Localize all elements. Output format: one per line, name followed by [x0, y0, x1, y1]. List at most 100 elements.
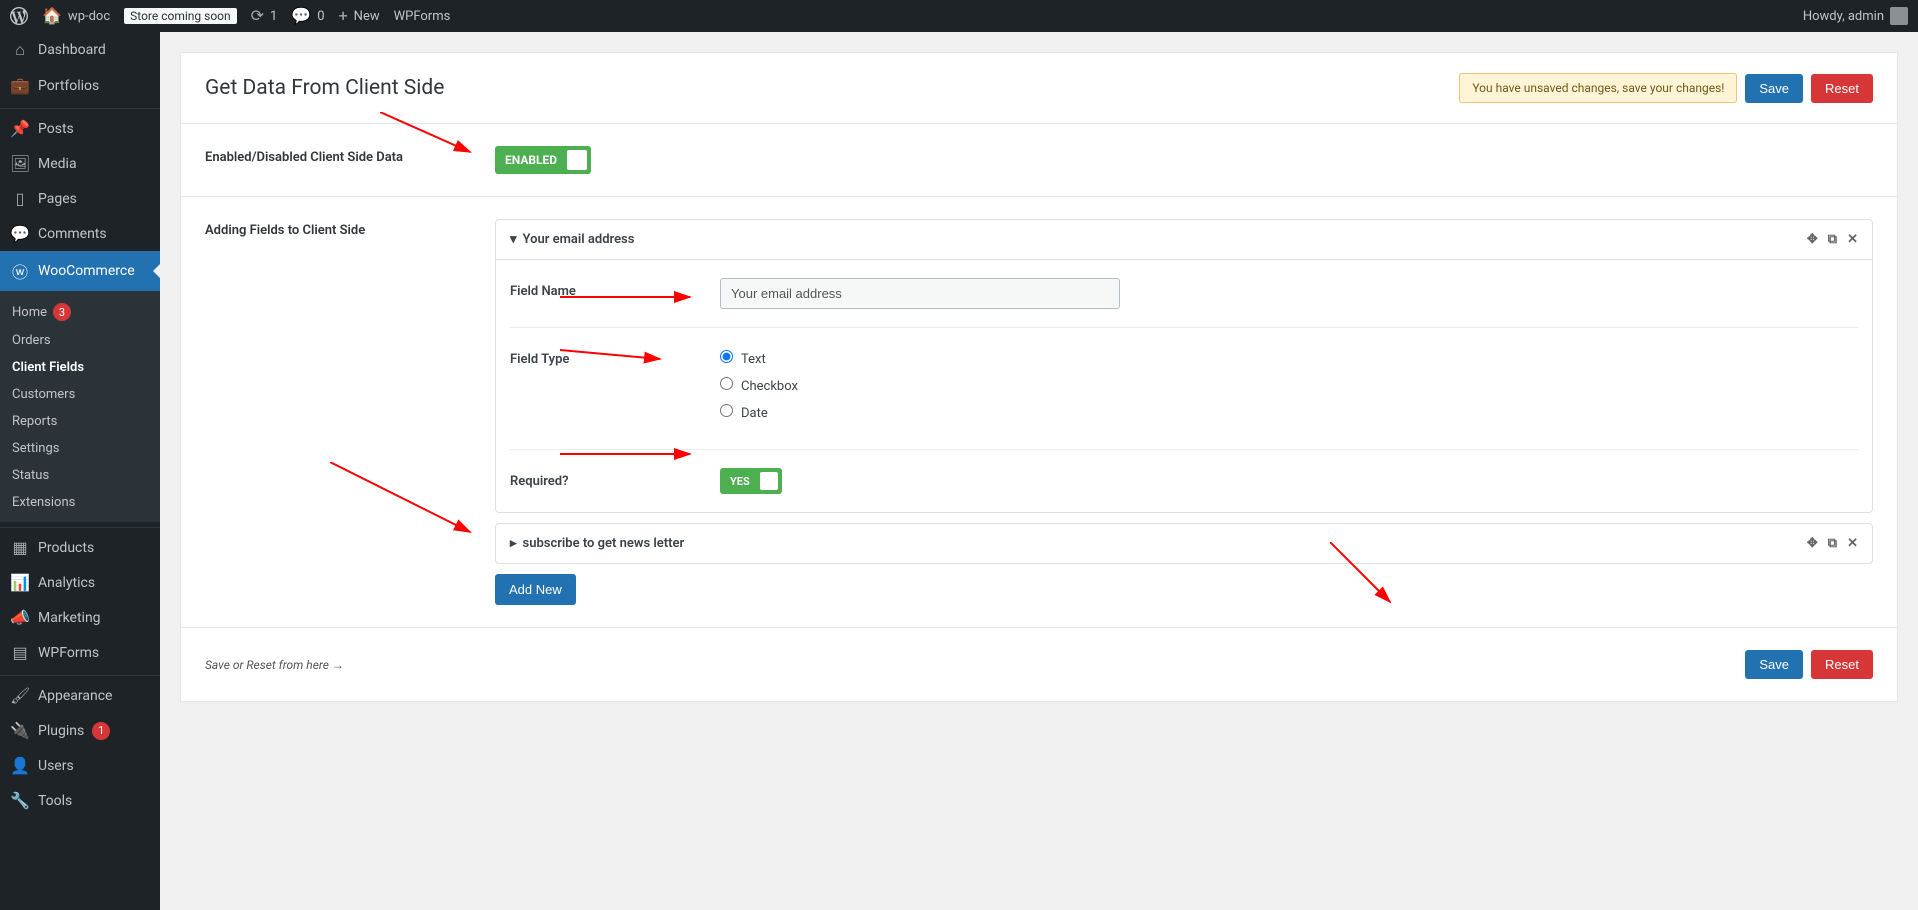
new-content-link[interactable]: + New [339, 8, 380, 24]
panel-title: subscribe to get news letter [523, 536, 685, 551]
footer-section: Save or Reset from here → Save Reset [181, 627, 1897, 701]
toggle-text: ENABLED [505, 153, 557, 167]
sidebar-item-plugins[interactable]: 🔌Plugins 1 [0, 713, 160, 748]
avatar [1890, 7, 1908, 25]
dashboard-icon: ⌂ [10, 40, 30, 60]
updates-link[interactable]: ⟳ 1 [251, 8, 278, 24]
new-label: New [354, 9, 380, 24]
sidebar-item-wpforms[interactable]: ▤WPForms [0, 635, 160, 670]
sidebar-item-comments[interactable]: 💬Comments [0, 216, 160, 251]
sub-item-reports[interactable]: Reports [0, 408, 160, 435]
sidebar-item-media[interactable]: 🖼Media [0, 146, 160, 181]
radio-text-input[interactable] [720, 350, 733, 363]
comments-link[interactable]: 💬 0 [291, 8, 324, 24]
footer-hint: Save or Reset from here → [205, 658, 344, 672]
field-name-input[interactable] [720, 278, 1120, 309]
field-panel-collapsed: ▸ subscribe to get news letter ✥ ⧉ ✕ [495, 523, 1873, 564]
marketing-icon: 📣 [10, 608, 30, 627]
sidebar-item-marketing[interactable]: 📣Marketing [0, 600, 160, 635]
field-name-label: Field Name [510, 278, 720, 309]
site-name: wp-doc [68, 9, 110, 24]
plus-icon: + [339, 8, 348, 24]
sidebar-item-dashboard[interactable]: ⌂Dashboard [0, 32, 160, 68]
close-icon[interactable]: ✕ [1847, 232, 1858, 247]
sidebar-item-portfolios[interactable]: 💼Portfolios [0, 68, 160, 103]
required-toggle[interactable]: YES [720, 468, 782, 494]
duplicate-icon[interactable]: ⧉ [1828, 536, 1837, 551]
toggle-knob [760, 472, 778, 490]
comment-icon: 💬 [291, 8, 311, 24]
close-icon[interactable]: ✕ [1847, 536, 1858, 551]
save-button[interactable]: Save [1745, 74, 1803, 103]
fields-label: Adding Fields to Client Side [205, 219, 495, 605]
sidebar-item-appearance[interactable]: 🖌Appearance [0, 675, 160, 713]
howdy-user[interactable]: Howdy, admin [1803, 7, 1908, 25]
sidebar-item-analytics[interactable]: 📊Analytics [0, 565, 160, 600]
reset-button[interactable]: Reset [1811, 74, 1873, 103]
sub-item-status[interactable]: Status [0, 462, 160, 489]
move-icon[interactable]: ✥ [1807, 536, 1818, 551]
fields-section: Adding Fields to Client Side ▾ Your emai… [181, 196, 1897, 627]
sidebar-item-woocommerce[interactable]: ⓦWooCommerce [0, 251, 160, 291]
analytics-icon: 📊 [10, 573, 30, 592]
product-icon: ▦ [10, 538, 30, 557]
enabled-toggle[interactable]: ENABLED [495, 146, 591, 174]
sidebar-item-users[interactable]: 👤Users [0, 748, 160, 783]
chevron-down-icon: ▾ [510, 232, 517, 247]
comment-icon: 💬 [10, 224, 30, 243]
settings-card: Get Data From Client Side You have unsav… [180, 52, 1898, 702]
plugins-count-badge: 1 [92, 722, 110, 740]
field-type-row: Field Type Text Checkbox Date [510, 327, 1858, 449]
enabled-label: Enabled/Disabled Client Side Data [205, 146, 495, 174]
sidebar-item-products[interactable]: ▦Products [0, 527, 160, 565]
plugin-icon: 🔌 [10, 721, 30, 740]
wpforms-link[interactable]: WPForms [394, 9, 451, 24]
media-icon: 🖼 [10, 154, 30, 173]
panel-head-email[interactable]: ▾ Your email address ✥ ⧉ ✕ [496, 220, 1872, 259]
sidebar-item-posts[interactable]: 📌Posts [0, 108, 160, 146]
woo-icon: ⓦ [10, 259, 30, 283]
sub-item-customers[interactable]: Customers [0, 381, 160, 408]
panel-body: Field Name Field Type Text Checkbox [496, 259, 1872, 512]
radio-checkbox-input[interactable] [720, 377, 733, 390]
required-row: Required? YES [510, 449, 1858, 512]
page-title: Get Data From Client Side [205, 76, 444, 100]
sidebar-item-pages[interactable]: ▯Pages [0, 181, 160, 216]
enabled-section: Enabled/Disabled Client Side Data ENABLE… [181, 123, 1897, 196]
sub-item-home[interactable]: Home 3 [0, 297, 160, 327]
brush-icon: 🖌 [10, 686, 30, 705]
panel-title: Your email address [523, 232, 635, 247]
wordpress-icon [10, 7, 28, 25]
radio-date[interactable]: Date [720, 404, 1858, 421]
updates-count: 1 [270, 9, 277, 24]
wrench-icon: 🔧 [10, 791, 30, 810]
pin-icon: 📌 [10, 119, 30, 138]
wp-logo[interactable] [10, 7, 28, 25]
required-label: Required? [510, 468, 720, 494]
refresh-icon: ⟳ [251, 8, 264, 24]
add-new-button[interactable]: Add New [495, 574, 576, 605]
panel-head-subscribe[interactable]: ▸ subscribe to get news letter ✥ ⧉ ✕ [496, 524, 1872, 563]
page-icon: ▯ [10, 189, 30, 208]
sub-item-client-fields[interactable]: Client Fields [0, 354, 160, 381]
store-status-badge: Store coming soon [124, 8, 237, 24]
sub-item-settings[interactable]: Settings [0, 435, 160, 462]
card-header: Get Data From Client Side You have unsav… [181, 53, 1897, 123]
footer-save-button[interactable]: Save [1745, 650, 1803, 679]
radio-checkbox[interactable]: Checkbox [720, 377, 1858, 394]
move-icon[interactable]: ✥ [1807, 232, 1818, 247]
unsaved-notice: You have unsaved changes, save your chan… [1459, 73, 1737, 103]
sub-item-extensions[interactable]: Extensions [0, 489, 160, 516]
sidebar-item-tools[interactable]: 🔧Tools [0, 783, 160, 818]
forms-icon: ▤ [10, 643, 30, 662]
radio-text[interactable]: Text [720, 350, 1858, 367]
toggle-knob [567, 150, 587, 170]
radio-date-input[interactable] [720, 404, 733, 417]
site-home-link[interactable]: 🏠 wp-doc [42, 8, 110, 24]
comments-count: 0 [317, 9, 324, 24]
duplicate-icon[interactable]: ⧉ [1828, 232, 1837, 247]
chevron-right-icon: ▸ [510, 536, 517, 551]
required-toggle-text: YES [730, 475, 750, 488]
footer-reset-button[interactable]: Reset [1811, 650, 1873, 679]
sub-item-orders[interactable]: Orders [0, 327, 160, 354]
